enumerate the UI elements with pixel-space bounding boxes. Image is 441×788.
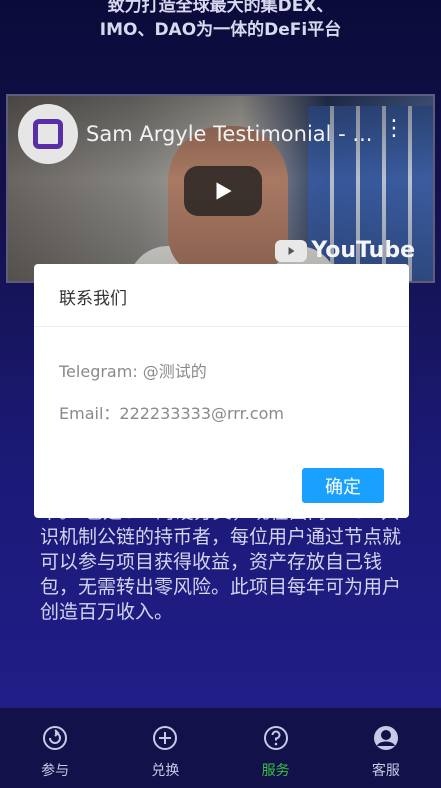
tab-participate[interactable]: 参与 xyxy=(0,708,110,780)
dialog-title: 联系我们 xyxy=(59,289,127,309)
tab-exchange[interactable]: 兑换 xyxy=(110,708,220,780)
confirm-button[interactable]: 确定 xyxy=(302,468,384,503)
email-contact: Email：222233333@rrr.com xyxy=(59,404,284,423)
contact-dialog: 联系我们 Telegram: @测试的 Email：222233333@rrr.… xyxy=(34,264,409,518)
tab-service-label: 服务 xyxy=(261,763,290,779)
tab-customer-service[interactable]: 客服 xyxy=(331,708,441,780)
bottom-tab-bar: 参与 兑换 服务 客服 xyxy=(0,708,441,788)
tab-service[interactable]: 服务 xyxy=(221,708,331,780)
refresh-icon xyxy=(43,726,68,750)
tab-participate-label: 参与 xyxy=(41,763,70,779)
plus-circle-icon xyxy=(153,726,178,750)
tab-customer-service-label: 客服 xyxy=(371,763,400,779)
user-icon xyxy=(373,726,398,750)
tab-exchange-label: 兑换 xyxy=(151,763,180,779)
help-circle-icon xyxy=(263,726,288,750)
dialog-divider xyxy=(34,326,409,327)
telegram-contact: Telegram: @测试的 xyxy=(59,362,207,381)
